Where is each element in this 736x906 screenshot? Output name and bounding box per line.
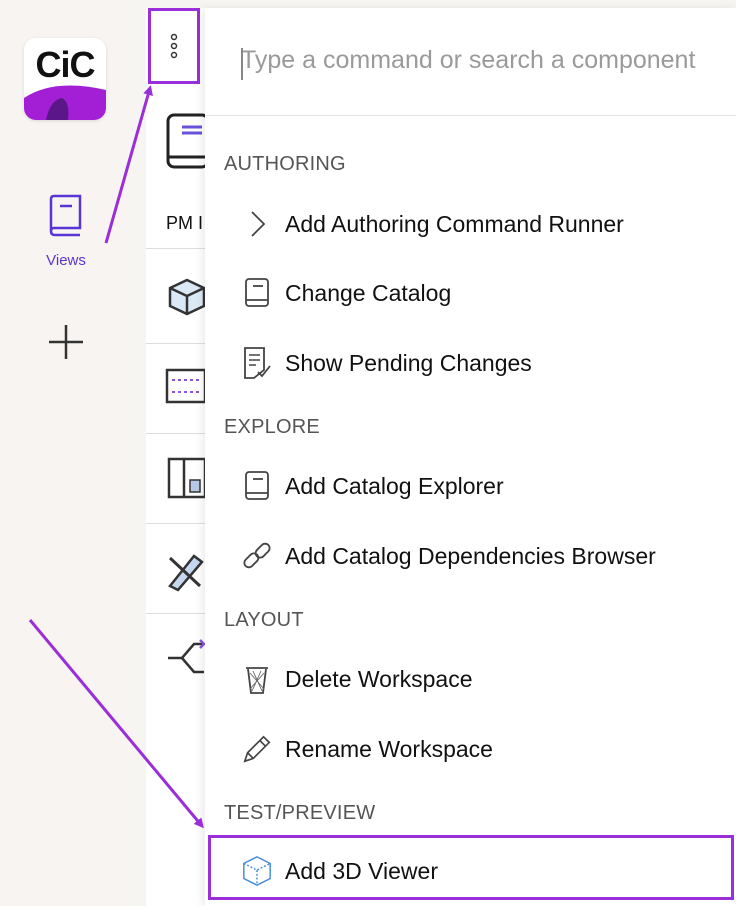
menu-item-rename-workspace[interactable]: Rename Workspace	[241, 723, 736, 775]
text-caret	[241, 48, 243, 80]
more-vertical-icon	[170, 33, 178, 59]
tools-view-icon[interactable]	[164, 548, 208, 592]
trash-icon	[241, 663, 273, 695]
menu-item-label: Add Catalog Dependencies Browser	[285, 542, 656, 569]
add-view-button[interactable]	[46, 322, 86, 362]
book-icon	[241, 277, 273, 309]
flow-view-icon[interactable]	[164, 636, 208, 680]
menu-item-add-authoring-command-runner[interactable]: Add Authoring Command Runner	[241, 198, 736, 250]
pencil-icon	[241, 733, 273, 765]
section-layout-heading: LAYOUT	[224, 609, 304, 631]
menu-item-label: Show Pending Changes	[285, 349, 532, 376]
pending-changes-icon	[241, 347, 273, 379]
menu-item-change-catalog[interactable]: Change Catalog	[241, 267, 736, 319]
menu-item-add-catalog-explorer[interactable]: Add Catalog Explorer	[241, 460, 736, 512]
kebab-menu-button[interactable]	[148, 8, 200, 84]
floorplan-view-icon[interactable]	[166, 456, 210, 500]
layout-view-icon[interactable]	[164, 366, 208, 408]
annotation-highlight-box	[208, 835, 734, 900]
command-search-input[interactable]	[241, 46, 736, 75]
cube-view-icon[interactable]	[166, 276, 208, 318]
menu-item-show-pending-changes[interactable]: Show Pending Changes	[241, 337, 736, 389]
book-icon	[241, 470, 273, 502]
command-palette: AUTHORING Add Authoring Command Runner C…	[205, 8, 736, 906]
section-explore-heading: EXPLORE	[224, 416, 320, 438]
view-book-icon[interactable]	[166, 113, 210, 173]
link-icon	[241, 540, 273, 572]
app-logo[interactable]: CiC	[24, 38, 106, 120]
menu-item-label: Add Catalog Explorer	[285, 472, 504, 499]
app-sidebar: CiC Views	[0, 0, 131, 906]
chevron-right-icon	[241, 208, 273, 240]
plus-icon	[49, 325, 83, 359]
book-icon	[49, 194, 82, 237]
view-name-label: PM I	[166, 213, 204, 233]
menu-item-label: Delete Workspace	[285, 665, 473, 692]
logo-text: CiC	[35, 44, 96, 85]
command-search-row	[205, 8, 736, 116]
menu-item-label: Change Catalog	[285, 279, 452, 306]
section-test-preview-heading: TEST/PREVIEW	[224, 802, 376, 824]
menu-item-label: Add Authoring Command Runner	[285, 210, 624, 237]
menu-item-label: Rename Workspace	[285, 735, 493, 762]
section-authoring-heading: AUTHORING	[224, 153, 346, 175]
views-nav-label: Views	[46, 252, 86, 269]
menu-item-delete-workspace[interactable]: Delete Workspace	[241, 653, 736, 705]
menu-item-add-catalog-dependencies-browser[interactable]: Add Catalog Dependencies Browser	[241, 530, 736, 582]
views-nav-button[interactable]: Views	[36, 190, 96, 270]
